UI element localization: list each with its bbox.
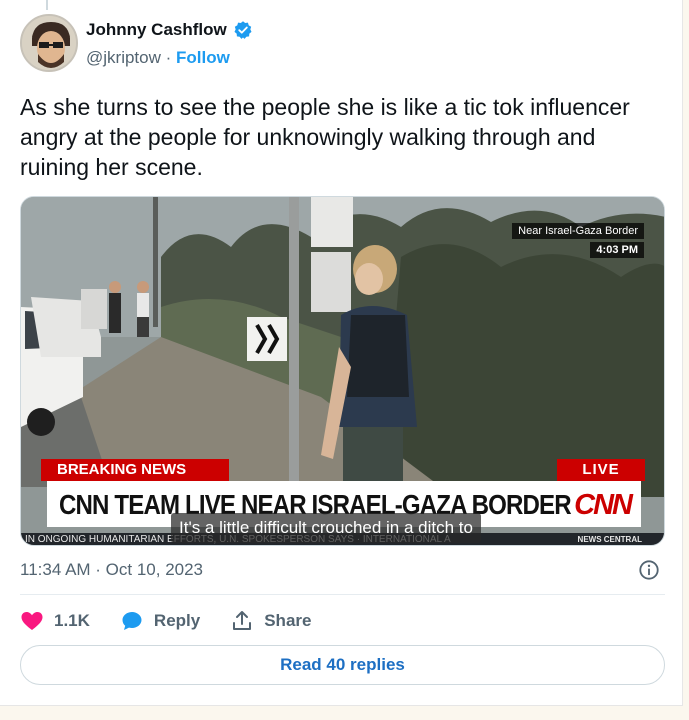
location-overlay: Near Israel-Gaza Border 4:03 PM <box>512 221 644 258</box>
reply-button[interactable]: Reply <box>120 609 200 633</box>
thread-line <box>46 0 48 10</box>
author-display-name[interactable]: Johnny Cashflow <box>86 20 227 40</box>
video-caption: It's a little difficult crouched in a di… <box>171 513 481 543</box>
tweet-text: As she turns to see the people she is li… <box>20 94 630 180</box>
like-button[interactable]: 1.1K <box>20 609 90 633</box>
tweet-timestamp[interactable]: 11:34 AM · Oct 10, 2023 <box>20 560 203 580</box>
author-handle[interactable]: @jkriptow <box>86 48 161 67</box>
location-time: 4:03 PM <box>590 242 644 258</box>
reply-label: Reply <box>153 611 201 630</box>
network-logo: CNN <box>574 489 633 521</box>
heart-icon <box>21 612 43 630</box>
verified-badge-icon <box>234 21 252 39</box>
tweet-media-video[interactable]: Near Israel-Gaza Border 4:03 PM BREAKING… <box>20 196 665 546</box>
read-replies-button[interactable]: Read 40 replies <box>20 645 665 685</box>
author-handle-row: @jkriptow · Follow <box>86 48 230 68</box>
handle-separator: · <box>160 48 176 67</box>
avatar-portrait-icon <box>22 16 76 70</box>
share-button[interactable]: Share <box>230 609 311 633</box>
info-icon[interactable] <box>638 559 660 581</box>
breaking-news-banner: BREAKING NEWS <box>41 459 229 481</box>
speech-bubble-icon <box>122 612 142 630</box>
live-badge: LIVE <box>557 459 645 481</box>
share-upload-icon <box>233 611 252 630</box>
divider <box>20 594 665 595</box>
tweet-card: Johnny Cashflow @jkriptow · Follow As sh… <box>0 0 683 706</box>
like-count: 1.1K <box>54 611 90 630</box>
follow-button[interactable]: Follow <box>176 48 230 67</box>
author-name-row: Johnny Cashflow <box>86 20 253 40</box>
ticker-right-label: NEWS CENTRAL <box>577 535 642 544</box>
tweet-actions: 1.1K Reply Share <box>20 608 341 634</box>
avatar[interactable] <box>20 14 78 72</box>
share-label: Share <box>264 611 312 630</box>
location-label: Near Israel-Gaza Border <box>512 223 644 239</box>
